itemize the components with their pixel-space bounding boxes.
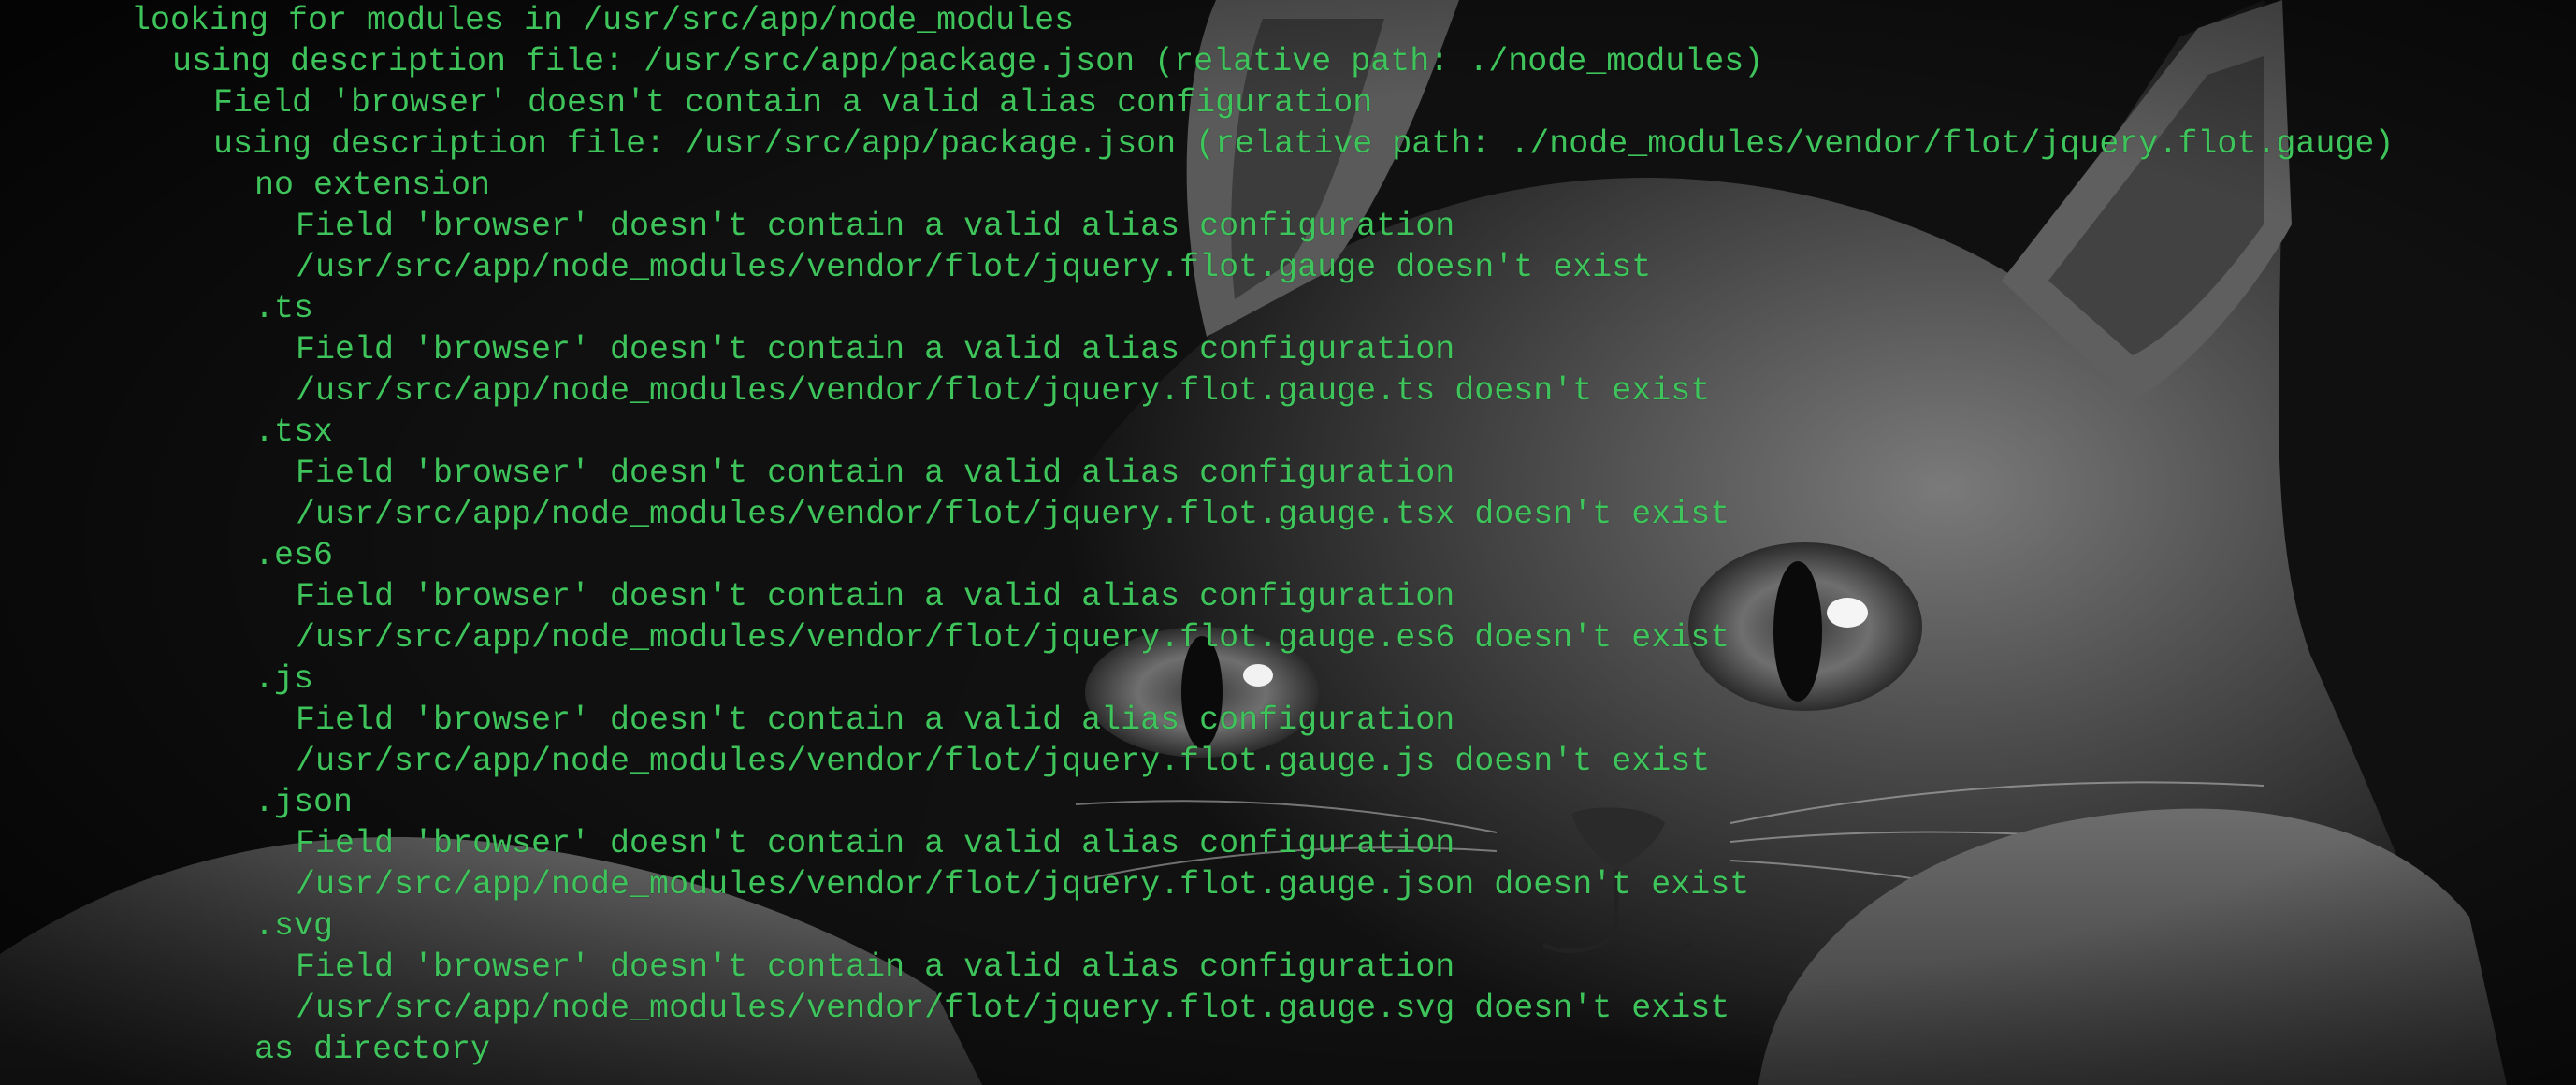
terminal-line-text: using description file: /usr/src/app/pac… [172,43,1764,80]
terminal-line: /usr/src/app/node_modules/vendor/flot/jq… [0,988,2576,1029]
terminal-line: .svg [0,905,2576,947]
terminal-output[interactable]: /usr/src/app/node_modules/vendor/flot/jq… [0,0,2576,1070]
terminal-line-text: /usr/src/app/node_modules/vendor/flot/jq… [296,372,1711,410]
terminal-line: using description file: /usr/src/app/pac… [0,41,2576,82]
terminal-line: .ts [0,288,2576,329]
terminal-line: .tsx [0,412,2576,453]
terminal-line-text: /usr/src/app/node_modules/vendor/flot/jq… [296,249,1652,286]
terminal-line-text: /usr/src/app/node_modules/vendor/flot/jq… [296,866,1750,904]
terminal-line-text: Field 'browser' doesn't contain a valid … [296,578,1455,615]
terminal-line: .js [0,658,2576,700]
terminal-line-text: Field 'browser' doesn't contain a valid … [213,84,1373,122]
terminal-line: Field 'browser' doesn't contain a valid … [0,823,2576,864]
terminal-line-text: Field 'browser' doesn't contain a valid … [296,825,1455,862]
terminal-line-text: Field 'browser' doesn't contain a valid … [296,948,1455,986]
terminal-line-text: Field 'browser' doesn't contain a valid … [296,331,1455,369]
terminal-line: Field 'browser' doesn't contain a valid … [0,576,2576,617]
terminal-line: Field 'browser' doesn't contain a valid … [0,206,2576,247]
terminal-line-text: .es6 [254,537,334,574]
terminal-line: looking for modules in /usr/src/app/node… [0,0,2576,41]
terminal-line: /usr/src/app/node_modules/vendor/flot/jq… [0,494,2576,535]
terminal-line: /usr/src/app/node_modules/vendor/flot/jq… [0,247,2576,288]
terminal-line: Field 'browser' doesn't contain a valid … [0,82,2576,123]
terminal-line-text: /usr/src/app/node_modules/vendor/flot/jq… [296,743,1711,780]
terminal-line-text: /usr/src/app/node_modules/vendor/flot/jq… [296,619,1730,657]
terminal-line: Field 'browser' doesn't contain a valid … [0,453,2576,494]
terminal-line-text: .tsx [254,413,334,451]
terminal-line-text: .json [254,784,354,821]
terminal-line-text: Field 'browser' doesn't contain a valid … [296,208,1455,245]
terminal-line: Field 'browser' doesn't contain a valid … [0,329,2576,370]
terminal-line-text: .svg [254,907,334,945]
terminal-line: as directory [0,1029,2576,1070]
terminal-line: using description file: /usr/src/app/pac… [0,123,2576,165]
terminal-line: /usr/src/app/node_modules/vendor/flot/jq… [0,741,2576,782]
terminal-line: /usr/src/app/node_modules/vendor/flot/jq… [0,864,2576,905]
terminal-line-text: .ts [254,290,314,327]
terminal-line-text: no extension [254,166,491,204]
terminal-line: Field 'browser' doesn't contain a valid … [0,947,2576,988]
terminal-line-text: /usr/src/app/node_modules/vendor/flot/jq… [296,990,1730,1027]
terminal-line-text: looking for modules in /usr/src/app/node… [131,2,1075,39]
terminal-line-text: as directory [254,1031,491,1068]
terminal-line: .json [0,782,2576,823]
terminal-line: no extension [0,165,2576,206]
terminal-line-text: using description file: /usr/src/app/pac… [213,125,2395,163]
terminal-line-text: Field 'browser' doesn't contain a valid … [296,702,1455,739]
terminal-line-text: Field 'browser' doesn't contain a valid … [296,455,1455,492]
terminal-line: .es6 [0,535,2576,576]
terminal-line: Field 'browser' doesn't contain a valid … [0,700,2576,741]
terminal-line: /usr/src/app/node_modules/vendor/flot/jq… [0,617,2576,658]
terminal-line-text: /usr/src/app/node_modules/vendor/flot/jq… [296,496,1730,533]
terminal-window[interactable]: /usr/src/app/node_modules/vendor/flot/jq… [0,0,2576,1085]
terminal-line: /usr/src/app/node_modules/vendor/flot/jq… [0,370,2576,412]
terminal-line-text: .js [254,660,314,698]
